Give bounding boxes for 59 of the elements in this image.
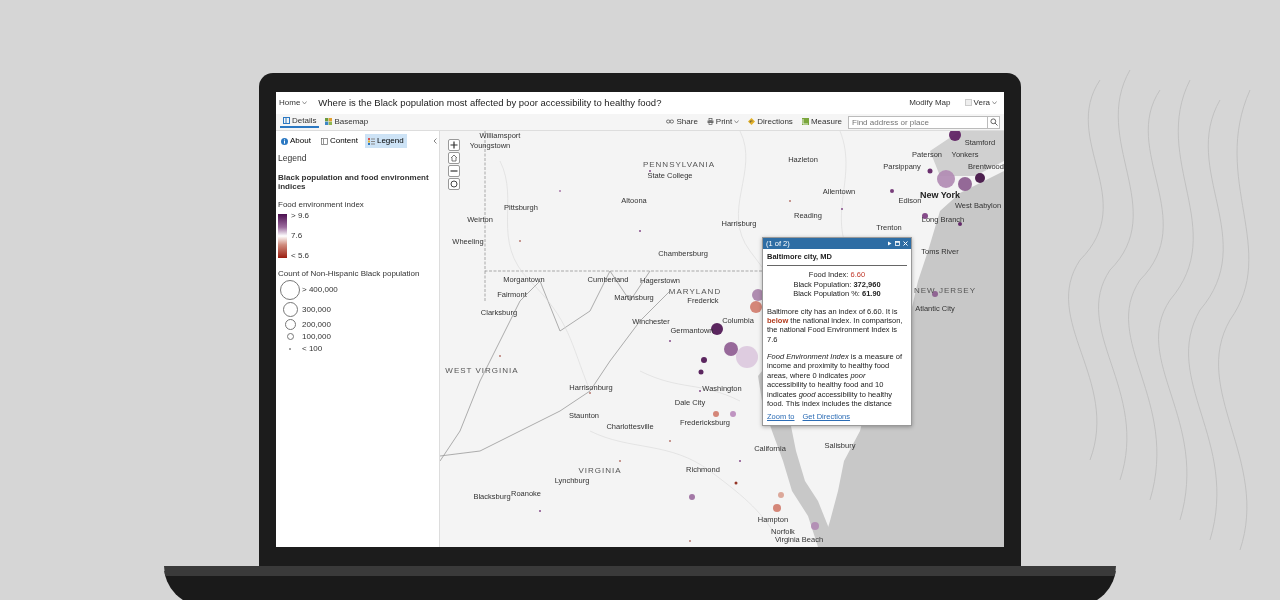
- info-icon: [281, 137, 288, 145]
- legend-label: 200,000: [302, 319, 331, 330]
- locate-icon: [450, 180, 458, 188]
- search-button[interactable]: [988, 115, 1000, 129]
- minus-icon: [450, 170, 458, 172]
- home-icon: [450, 154, 458, 162]
- user-icon: [964, 99, 972, 107]
- legend-label: > 400,000: [302, 285, 338, 295]
- legend-label: 300,000: [302, 304, 331, 315]
- list-icon: [320, 137, 328, 145]
- close-icon: [903, 241, 908, 246]
- panel-tab[interactable]: About: [278, 134, 314, 148]
- collapse-icon: [433, 138, 437, 144]
- toolbar-button[interactable]: Directions: [745, 116, 796, 128]
- legend-label: < 100: [302, 343, 323, 354]
- maximize-icon: [895, 241, 900, 246]
- state-label: PENNSYLVANIA: [642, 161, 716, 169]
- caret-icon: [302, 101, 308, 105]
- toolbar-tab[interactable]: Details: [280, 115, 320, 129]
- printer-icon: [706, 118, 714, 126]
- color-ramp: [278, 213, 287, 258]
- legend-title: Food environment index: [278, 199, 365, 210]
- diamond-icon: [748, 118, 756, 126]
- zoom-out-button[interactable]: [448, 165, 460, 177]
- toolbar-button[interactable]: Print: [703, 116, 743, 128]
- locate-button[interactable]: [448, 178, 460, 190]
- state-label: WEST VIRGINIA: [445, 367, 519, 375]
- state-label: VIRGINIA: [578, 467, 622, 475]
- legend-label: 7.6: [291, 230, 304, 241]
- panel-icon: [283, 117, 290, 125]
- zoom-in-button[interactable]: [448, 139, 460, 151]
- grid-icon: [325, 118, 333, 126]
- user-menu[interactable]: Vera: [961, 97, 1000, 109]
- link-icon: [666, 119, 675, 125]
- toolbar-button[interactable]: Share: [663, 116, 701, 128]
- legend-label: < 5.6: [291, 250, 309, 261]
- toolbar-tab[interactable]: Basemap: [322, 116, 372, 128]
- modify-map-button[interactable]: Modify Map: [906, 97, 954, 109]
- caret-icon: [992, 101, 997, 105]
- legend-title: Count of Non-Hispanic Black population: [278, 268, 421, 279]
- next-icon: [887, 241, 892, 246]
- home-menu[interactable]: Home: [276, 97, 311, 109]
- layer-title: Black population and food environment indices: [278, 172, 430, 192]
- plus-icon: [450, 141, 458, 149]
- legend-icon: [367, 137, 375, 145]
- home-button[interactable]: [448, 152, 460, 164]
- search-field[interactable]: Find address or place: [848, 115, 988, 129]
- legend-label: 100,000: [302, 332, 331, 342]
- state-label: NEW JERSEY: [914, 287, 976, 295]
- legend-label: > 9.6: [291, 210, 309, 221]
- search-icon: [989, 118, 998, 126]
- legend-heading: Legend: [278, 152, 308, 165]
- panel-tab[interactable]: Content: [317, 134, 361, 148]
- ruler-icon: [801, 118, 809, 126]
- panel-tab[interactable]: Legend: [364, 134, 407, 148]
- city-label: New York: [919, 190, 961, 200]
- map-title: Where is the Black population most affected by poor accessibility to healthy food?: [318, 95, 662, 110]
- toolbar-button[interactable]: Measure: [798, 116, 845, 128]
- state-label: MARYLAND: [668, 288, 722, 296]
